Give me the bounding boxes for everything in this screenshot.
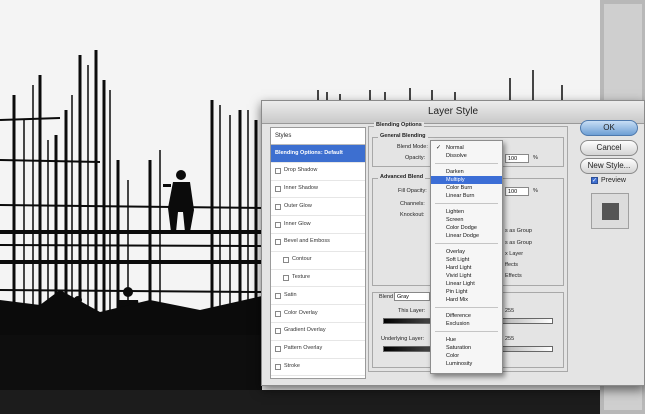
blend-mode-option-hard-mix[interactable]: Hard Mix	[431, 296, 502, 304]
style-item-label: Outer Glow	[284, 202, 312, 209]
blend-mode-option-linear-dodge[interactable]: Linear Dodge	[431, 232, 502, 240]
fill-opacity-input[interactable]: 100	[505, 187, 529, 196]
menu-separator	[435, 331, 498, 332]
opacity-unit: %	[533, 155, 538, 161]
preview-checkbox[interactable]: ✓	[591, 177, 598, 184]
blend-mode-option-screen[interactable]: Screen	[431, 216, 502, 224]
blend-mode-option-pin-light[interactable]: Pin Light	[431, 288, 502, 296]
blend-mode-option-vivid-light[interactable]: Vivid Light	[431, 272, 502, 280]
checkmark-icon: ✓	[436, 145, 442, 151]
style-checkbox[interactable]	[283, 274, 289, 281]
opacity-label: Opacity:	[405, 155, 426, 161]
blend-mode-option-color-burn[interactable]: Color Burn	[431, 184, 502, 192]
style-item-color-overlay[interactable]: Color Overlay	[271, 305, 365, 323]
style-checkbox[interactable]	[275, 328, 281, 335]
style-item-label: Inner Shadow	[284, 185, 318, 192]
channels-label: Channels:	[400, 201, 425, 207]
blend-mode-option-luminosity[interactable]: Luminosity	[431, 360, 502, 368]
underlying-layer-value: 255	[505, 336, 515, 342]
blend-mode-option-linear-light[interactable]: Linear Light	[431, 280, 502, 288]
style-item-label: Stroke	[284, 363, 300, 370]
fill-opacity-label: Fill Opacity:	[398, 188, 427, 194]
style-item-label: Contour	[292, 256, 312, 263]
partial-option-3[interactable]: x Layer	[505, 251, 523, 257]
style-item-label: Satin	[284, 291, 297, 298]
blend-mode-label: Blend Mode:	[397, 144, 428, 150]
style-item-stroke[interactable]: Stroke	[271, 359, 365, 377]
menu-separator	[435, 163, 498, 164]
style-checkbox[interactable]	[275, 185, 281, 192]
style-item-texture[interactable]: Texture	[271, 270, 365, 288]
blend-mode-option-hard-light[interactable]: Hard Light	[431, 264, 502, 272]
blend-mode-option-difference[interactable]: Difference	[431, 312, 502, 320]
style-item-satin[interactable]: Satin	[271, 287, 365, 306]
partial-option-4[interactable]: ffects	[505, 262, 518, 268]
blend-mode-menu: Normal ✓ Dissolve Darken Multiply Color Burn L…	[430, 140, 503, 374]
blend-mode-option-overlay[interactable]: Overlay	[431, 248, 502, 256]
styles-list: Styles Blending Options: Default Drop Sha…	[270, 127, 366, 379]
style-item-label: Gradient Overlay	[284, 327, 326, 334]
partial-option-5[interactable]: Effects	[505, 273, 522, 279]
style-item-inner-glow[interactable]: Inner Glow	[271, 216, 365, 234]
new-style-button[interactable]: New Style...	[580, 158, 638, 174]
menu-separator	[435, 203, 498, 204]
blend-mode-option-saturation[interactable]: Saturation	[431, 344, 502, 352]
blend-mode-option-darken[interactable]: Darken	[431, 168, 502, 176]
menu-separator	[435, 307, 498, 308]
style-item-label: Texture	[292, 274, 311, 281]
style-item-bevel-and-emboss[interactable]: Bevel and Emboss	[271, 234, 365, 252]
style-item-outer-glow[interactable]: Outer Glow	[271, 198, 365, 217]
blend-mode-option-multiply[interactable]: Multiply	[431, 176, 502, 184]
blend-mode-option-normal[interactable]: Normal ✓	[431, 144, 502, 152]
style-checkbox[interactable]	[275, 363, 281, 370]
cancel-button[interactable]: Cancel	[580, 140, 638, 156]
preview-swatch	[591, 193, 629, 229]
style-checkbox[interactable]	[283, 257, 289, 264]
blend-mode-option-dissolve[interactable]: Dissolve	[431, 152, 502, 160]
style-item-label: Color Overlay	[284, 309, 318, 316]
style-item-drop-shadow[interactable]: Drop Shadow	[271, 163, 365, 181]
menu-separator	[435, 243, 498, 244]
underlying-layer-label: Underlying Layer:	[381, 336, 425, 342]
ok-button[interactable]: OK	[580, 120, 638, 136]
blend-mode-option-color[interactable]: Color	[431, 352, 502, 360]
fill-opacity-unit: %	[533, 188, 538, 194]
style-checkbox[interactable]	[275, 346, 281, 353]
style-item-gradient-overlay[interactable]: Gradient Overlay	[271, 323, 365, 341]
style-checkbox[interactable]	[275, 221, 281, 228]
knockout-label: Knockout:	[400, 212, 425, 218]
style-item-inner-shadow[interactable]: Inner Shadow	[271, 181, 365, 199]
style-item-label: Bevel and Emboss	[284, 238, 330, 245]
this-layer-label: This Layer:	[398, 308, 426, 314]
style-checkbox[interactable]	[275, 203, 281, 210]
style-item-label: Pattern Overlay	[284, 345, 323, 352]
blend-mode-option-hue[interactable]: Hue	[431, 336, 502, 344]
style-checkbox[interactable]	[275, 239, 281, 246]
style-item-label: Inner Glow	[284, 220, 311, 227]
partial-option-2[interactable]: s as Group	[505, 240, 532, 246]
preview-label: Preview	[601, 177, 626, 184]
general-blending-title: General Blending	[378, 133, 428, 139]
style-checkbox[interactable]	[275, 168, 281, 175]
blend-mode-option-exclusion[interactable]: Exclusion	[431, 320, 502, 328]
style-item-contour[interactable]: Contour	[271, 252, 365, 270]
blend-if-select[interactable]: Gray	[394, 292, 430, 301]
style-checkbox[interactable]	[275, 292, 281, 299]
blend-mode-option-lighten[interactable]: Lighten	[431, 208, 502, 216]
blend-mode-option-soft-light[interactable]: Soft Light	[431, 256, 502, 264]
style-item-label: Drop Shadow	[284, 167, 318, 174]
opacity-input[interactable]: 100	[505, 154, 529, 163]
blending-options-title: Blending Options	[374, 122, 424, 128]
blend-mode-option-linear-burn[interactable]: Linear Burn	[431, 192, 502, 200]
style-checkbox[interactable]	[275, 310, 281, 317]
styles-header[interactable]: Styles	[271, 128, 365, 145]
this-layer-value: 255	[505, 308, 515, 314]
style-item-pattern-overlay[interactable]: Pattern Overlay	[271, 341, 365, 359]
advanced-blending-title: Advanced Blend	[378, 174, 426, 180]
blend-mode-option-color-dodge[interactable]: Color Dodge	[431, 224, 502, 232]
partial-option-1[interactable]: s as Group	[505, 228, 532, 234]
style-item-blending-options-default[interactable]: Blending Options: Default	[271, 145, 365, 163]
style-item-label: Blending Options: Default	[275, 149, 343, 156]
preview-thumbnail	[602, 203, 619, 220]
